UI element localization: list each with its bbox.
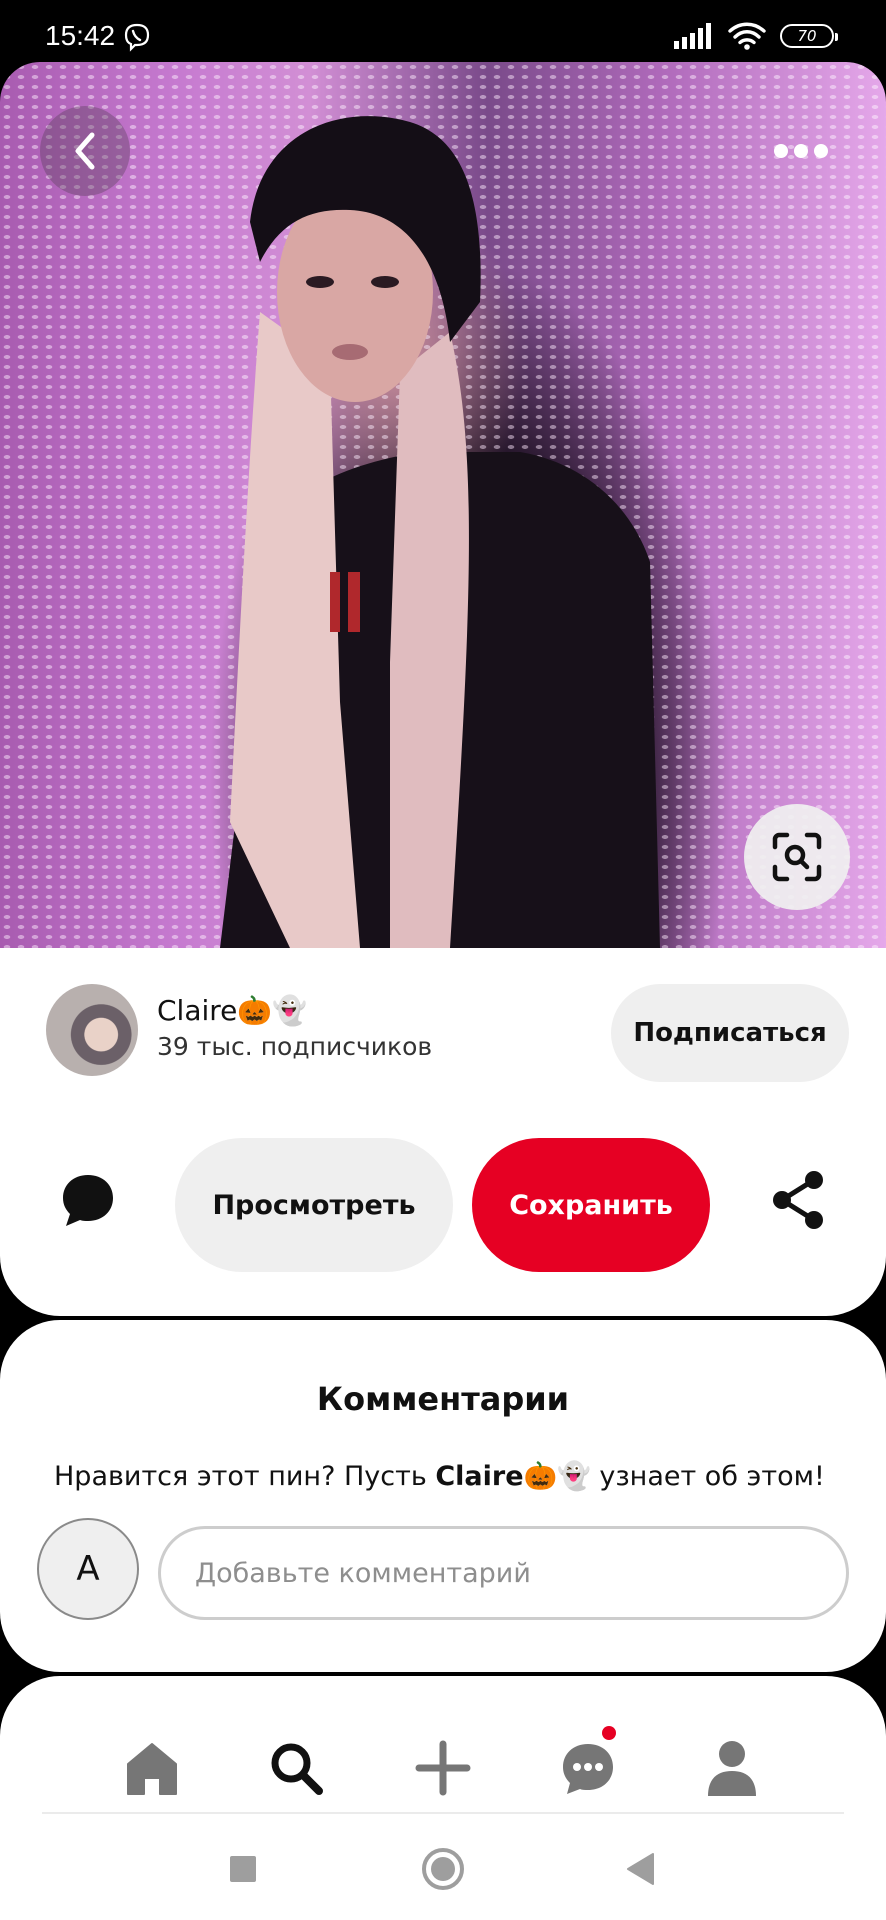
view-button[interactable]: Просмотреть <box>175 1138 453 1272</box>
battery-level: 70 <box>797 27 817 45</box>
battery-icon: 70 <box>780 24 838 48</box>
nav-messages[interactable] <box>548 1726 628 1808</box>
pin-image[interactable] <box>0 62 886 948</box>
creator-followers: 39 тыс. подписчиков <box>157 1032 433 1061</box>
messages-icon <box>563 1744 613 1794</box>
back-arrow-icon <box>75 132 95 170</box>
notification-dot <box>602 1726 616 1740</box>
nav-home[interactable] <box>112 1728 192 1808</box>
status-time: 15:42 <box>45 20 116 51</box>
visual-search-button[interactable] <box>744 804 850 910</box>
status-bar: 15:42 70 <box>0 0 886 62</box>
more-options-button[interactable] <box>756 106 846 196</box>
comments-prompt-name[interactable]: Claire🎃👻 <box>435 1461 590 1492</box>
comments-prompt: Нравится этот пин? Пусть Claire🎃👻 узнает… <box>54 1460 825 1492</box>
signal-icon <box>674 23 711 49</box>
comments-prompt-after: узнает об этом! <box>590 1461 825 1492</box>
share-button[interactable] <box>770 1170 830 1236</box>
search-icon <box>271 1743 323 1795</box>
nav-create[interactable] <box>403 1728 483 1808</box>
share-icon <box>773 1171 823 1229</box>
more-dots-icon <box>774 144 828 158</box>
bottom-navigation <box>0 1676 886 1920</box>
comment-input[interactable] <box>158 1526 849 1620</box>
creator-avatar[interactable] <box>46 984 138 1076</box>
viber-icon <box>124 23 150 52</box>
nav-profile[interactable] <box>692 1728 772 1808</box>
home-icon <box>127 1743 177 1795</box>
wifi-icon <box>728 22 766 50</box>
comment-bubble-icon <box>63 1175 113 1226</box>
recents-icon <box>230 1856 256 1882</box>
recents-button[interactable] <box>218 1844 268 1894</box>
profile-icon <box>708 1741 756 1796</box>
pin-image-subject <box>220 116 660 948</box>
comments-prompt-before: Нравится этот пин? Пусть <box>54 1461 436 1492</box>
comments-title: Комментарии <box>316 1380 570 1418</box>
back-triangle-icon <box>627 1853 654 1885</box>
visual-search-icon <box>772 832 822 882</box>
nav-search[interactable] <box>256 1728 336 1808</box>
system-home-button[interactable] <box>418 1844 468 1894</box>
nav-divider <box>42 1812 844 1814</box>
pin-details-card: Claire🎃👻 39 тыс. подписчиков Подписаться… <box>0 948 886 1316</box>
comments-section: Комментарии Нравится этот пин? Пусть Cla… <box>0 1320 886 1672</box>
add-icon <box>415 1740 471 1796</box>
system-navigation <box>0 1826 886 1916</box>
save-button[interactable]: Сохранить <box>472 1138 710 1272</box>
current-user-avatar[interactable]: A <box>37 1518 139 1620</box>
home-circle-icon <box>422 1848 464 1890</box>
comment-button[interactable] <box>58 1170 124 1236</box>
creator-name[interactable]: Claire🎃👻 <box>157 994 307 1027</box>
system-back-button[interactable] <box>616 1844 666 1894</box>
back-button[interactable] <box>40 106 130 196</box>
subscribe-button[interactable]: Подписаться <box>611 984 849 1082</box>
